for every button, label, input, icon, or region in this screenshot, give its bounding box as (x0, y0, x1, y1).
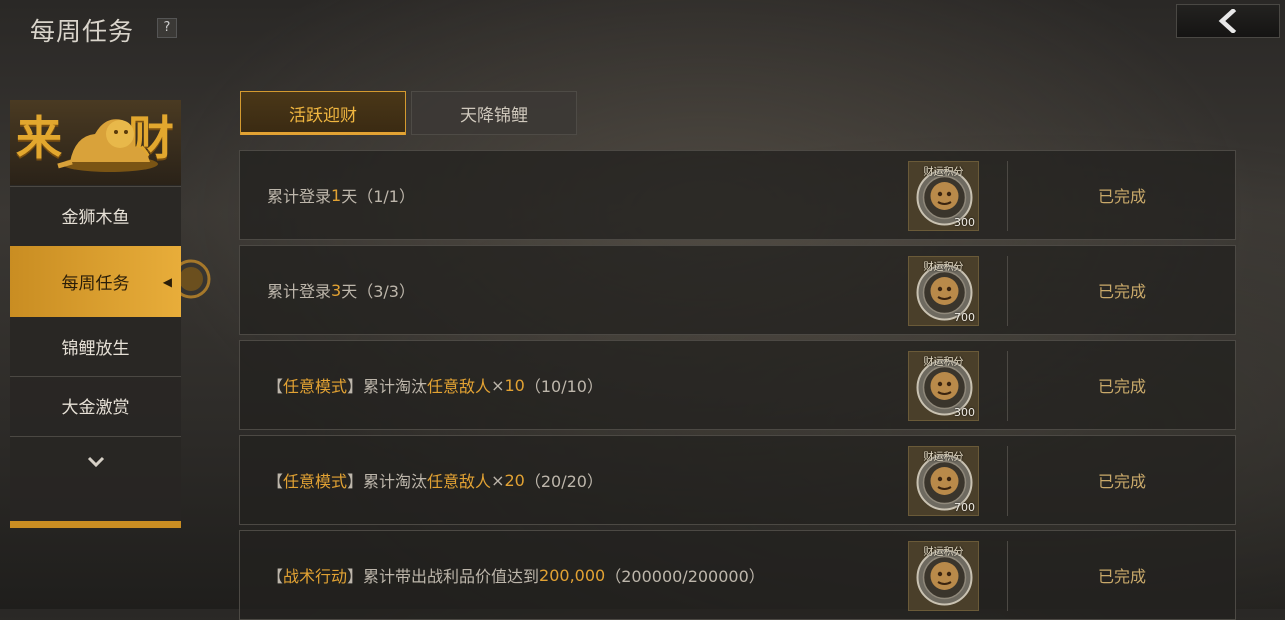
reward-item[interactable]: 财运积分 (908, 541, 979, 611)
task-description: 【 任意模式 】累计淘汰 任意敌人 × 10 （10/10） (267, 341, 603, 429)
reward-label: 财运积分 (923, 262, 964, 273)
sidebar-item-label: 锦鲤放生 (61, 338, 130, 359)
task-description: 【 任意模式 】累计淘汰 任意敌人 × 20 （20/20） (267, 436, 603, 524)
sidebar-item-jinli-fangsheng[interactable]: 锦鲤放生 (10, 317, 181, 375)
sidebar-banner: 来 财 (10, 100, 181, 185)
page-title: 每周任务 (30, 17, 135, 46)
desc-text: 天 (341, 282, 358, 301)
desc-highlight: 20 (504, 470, 525, 490)
task-row: 【 战术行动 】累计带出战利品价值达到 200,000 （200000/200000… (239, 530, 1236, 620)
desc-text: 累计登录 (267, 282, 332, 301)
task-row: 【 任意模式 】累计淘汰 任意敌人 × 20 （20/20） 财运积分 700 已完成 (239, 435, 1236, 525)
desc-text: 【 (267, 567, 284, 586)
reward-item[interactable]: 财运积分 700 (908, 446, 979, 516)
desc-highlight: 战术行动 (283, 567, 348, 586)
reward-item[interactable]: 财运积分 300 (908, 351, 979, 421)
tab-label: 天降锦鲤 (460, 105, 528, 126)
task-status: 已完成 (1097, 282, 1146, 301)
reward-item[interactable]: 财运积分 700 (908, 256, 979, 326)
desc-highlight: 1 (331, 185, 342, 205)
caret-left-icon: ◀ (162, 274, 172, 289)
task-row: 累计登录 1 天（1/1） 财运积分 300 已完成 (239, 150, 1236, 240)
sidebar-item-label: 每周任务 (61, 274, 130, 294)
desc-highlight: 任意敌人 (427, 377, 492, 396)
task-progress: （200000/200000） (605, 567, 765, 586)
desc-text: 】累计带出战利品价值达到 (347, 567, 540, 586)
sidebar-item-weekly-tasks[interactable]: 每周任务 ◀ (10, 246, 181, 317)
sidebar: 来 财 金狮木鱼 每周任务 ◀ 锦鲤放生 大金激赏 (10, 100, 181, 528)
chevron-down-icon (87, 456, 104, 468)
desc-highlight: 任意模式 (283, 377, 348, 396)
task-row: 累计登录 3 天（3/3） 财运积分 700 已完成 (239, 245, 1236, 335)
desc-text: 【 (267, 472, 284, 491)
desc-text: 天 (341, 187, 358, 206)
sidebar-item-label: 大金激赏 (61, 398, 130, 418)
desc-highlight: 任意敌人 (427, 472, 492, 491)
desc-text: × (491, 375, 505, 395)
sidebar-item-jinshi-muyu[interactable]: 金狮木鱼 (10, 186, 181, 244)
task-description: 【 战术行动 】累计带出战利品价值达到 200,000 （200000/200000… (267, 531, 765, 619)
reward-label: 财运积分 (923, 547, 964, 558)
sidebar-bottom-bar (10, 521, 181, 528)
reward-item[interactable]: 财运积分 300 (908, 161, 979, 231)
golden-lion-icon (57, 119, 158, 172)
tab-tianjiang-jinli[interactable]: 天降锦鲤 (411, 91, 577, 135)
task-progress: （20/20） (524, 472, 603, 491)
desc-highlight: 200,000 (539, 565, 606, 585)
task-status: 已完成 (1097, 187, 1146, 206)
tab-huoyue-yingcai[interactable]: 活跃迎财 (240, 91, 406, 135)
sidebar-scroll-down[interactable] (10, 436, 181, 487)
task-description: 累计登录 1 天（1/1） (267, 151, 415, 239)
task-progress: （3/3） (357, 282, 415, 301)
desc-text: × (491, 470, 505, 490)
desc-highlight: 任意模式 (283, 472, 348, 491)
help-button[interactable]: ? (157, 18, 177, 38)
reward-amount: 700 (954, 501, 975, 514)
reward-label: 财运积分 (923, 357, 964, 368)
task-progress: （10/10） (524, 377, 603, 396)
desc-text: 累计登录 (267, 187, 332, 206)
desc-highlight: 3 (331, 280, 342, 300)
reward-amount: 300 (954, 406, 975, 419)
task-status: 已完成 (1097, 567, 1146, 586)
reward-label: 财运积分 (923, 452, 964, 463)
task-progress: （1/1） (357, 187, 415, 206)
reward-label: 财运积分 (923, 167, 964, 178)
desc-highlight: 10 (504, 375, 525, 395)
task-description: 累计登录 3 天（3/3） (267, 246, 415, 334)
reward-amount: 300 (954, 216, 975, 229)
reward-amount: 700 (954, 311, 975, 324)
chevron-left-icon (1218, 9, 1237, 33)
desc-text: 【 (267, 377, 284, 396)
desc-text: 】累计淘汰 (347, 377, 428, 396)
sidebar-item-dajin-jishang[interactable]: 大金激赏 (10, 376, 181, 434)
desc-text: 】累计淘汰 (347, 472, 428, 491)
task-status: 已完成 (1097, 472, 1146, 491)
sidebar-item-label: 金狮木鱼 (61, 208, 130, 228)
coin-decoration-icon (181, 259, 211, 299)
task-row: 【 任意模式 】累计淘汰 任意敌人 × 10 （10/10） 财运积分 300 已完成 (239, 340, 1236, 430)
tab-label: 活跃迎财 (289, 105, 357, 126)
back-button[interactable] (1176, 4, 1280, 38)
task-status: 已完成 (1097, 377, 1146, 396)
